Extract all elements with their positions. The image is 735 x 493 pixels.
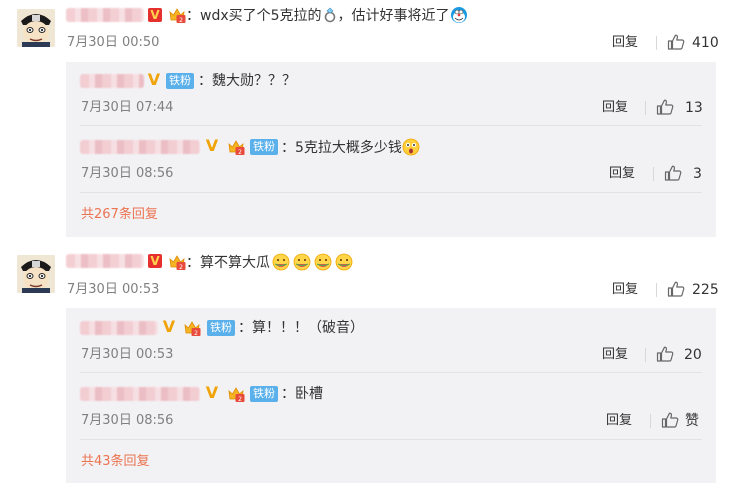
verified-v-icon: V [205, 136, 219, 155]
reply-text-content: ：5克拉大概多少钱 [281, 140, 402, 156]
divider [653, 167, 654, 181]
eating-melon-emoji-icon [272, 253, 290, 271]
divider [656, 36, 657, 50]
thumbs-up-icon[interactable] [667, 34, 685, 50]
vip-crown-icon [183, 320, 201, 336]
reply-button[interactable]: 回复 [602, 100, 628, 116]
like-label[interactable]: 赞 [685, 413, 699, 429]
eating-melon-emoji-icon [293, 253, 311, 271]
like-count[interactable]: 20 [684, 347, 702, 363]
fan-badge: 铁粉 [250, 386, 278, 402]
verified-v-icon: V [148, 254, 162, 268]
reply-text: ：魏大勋？？？ [198, 73, 296, 89]
vip-crown-icon [168, 254, 186, 270]
fan-badge: 铁粉 [250, 139, 278, 155]
verified-v-icon: V [205, 383, 219, 402]
like-count[interactable]: 410 [692, 35, 719, 51]
avatar[interactable] [17, 9, 55, 47]
divider [650, 414, 651, 428]
reply-text: ：算！！！（破音） [238, 320, 364, 336]
divider [656, 283, 657, 297]
reply-text: ：卧槽 [281, 386, 323, 402]
fan-badge: 铁粉 [207, 320, 235, 336]
avatar[interactable] [17, 255, 55, 293]
doraemon-emoji-icon [450, 6, 468, 24]
thumbs-up-icon[interactable] [656, 346, 674, 362]
eating-melon-emoji-icon [314, 253, 332, 271]
divider [80, 439, 702, 440]
more-replies-link[interactable]: 共267条回复 [81, 207, 158, 223]
diamond-ring-emoji-icon [322, 7, 338, 23]
username-blurred[interactable] [66, 254, 144, 268]
comment-time: 7月30日 00:50 [67, 35, 160, 50]
reply-button[interactable]: 回复 [609, 166, 635, 182]
comment-text-content: ：算不算大瓜 [186, 255, 270, 271]
username-blurred[interactable] [80, 321, 158, 335]
surprised-emoji-icon [402, 138, 420, 156]
thumbs-up-icon[interactable] [667, 281, 685, 297]
like-count[interactable]: 3 [693, 166, 702, 182]
verified-v-icon: V [162, 317, 176, 336]
reply-button[interactable]: 回复 [606, 413, 632, 429]
divider [80, 125, 702, 126]
like-count[interactable]: 225 [692, 282, 719, 298]
vip-crown-icon [168, 7, 186, 23]
verified-v-icon: V [147, 70, 161, 89]
comment-text-pre: ：wdx买了个5克拉的 [186, 8, 322, 24]
reply-time: 7月30日 07:44 [81, 100, 174, 115]
vip-crown-icon [227, 386, 245, 402]
reply-text: ：5克拉大概多少钱 [281, 138, 420, 157]
comment-text: ：算不算大瓜 [186, 253, 353, 272]
username-blurred[interactable] [80, 140, 200, 154]
username-blurred[interactable] [80, 74, 144, 88]
thumbs-up-icon[interactable] [661, 412, 679, 428]
reply-time: 7月30日 08:56 [81, 413, 174, 428]
reply-button[interactable]: 回复 [602, 347, 628, 363]
reply-time: 7月30日 00:53 [81, 347, 174, 362]
vip-crown-icon [227, 139, 245, 155]
username-blurred[interactable] [80, 387, 200, 401]
comment-time: 7月30日 00:53 [67, 282, 160, 297]
reply-button[interactable]: 回复 [612, 35, 638, 51]
comment-text-post: ，估计好事将近了 [337, 8, 450, 24]
reply-time: 7月30日 08:56 [81, 166, 174, 181]
username-blurred[interactable] [66, 8, 144, 22]
fan-badge: 铁粉 [166, 73, 194, 89]
thumbs-up-icon[interactable] [664, 165, 682, 181]
verified-v-icon: V [148, 8, 162, 22]
divider [645, 348, 646, 362]
more-replies-link[interactable]: 共43条回复 [81, 454, 150, 470]
divider [80, 372, 702, 373]
thumbs-up-icon[interactable] [656, 99, 674, 115]
eating-melon-emoji-icon [335, 253, 353, 271]
divider [80, 192, 702, 193]
divider [645, 101, 646, 115]
comment-text: ：wdx买了个5克拉的 ，估计好事将近了 [186, 6, 468, 25]
reply-button[interactable]: 回复 [612, 282, 638, 298]
like-count[interactable]: 13 [685, 100, 703, 116]
